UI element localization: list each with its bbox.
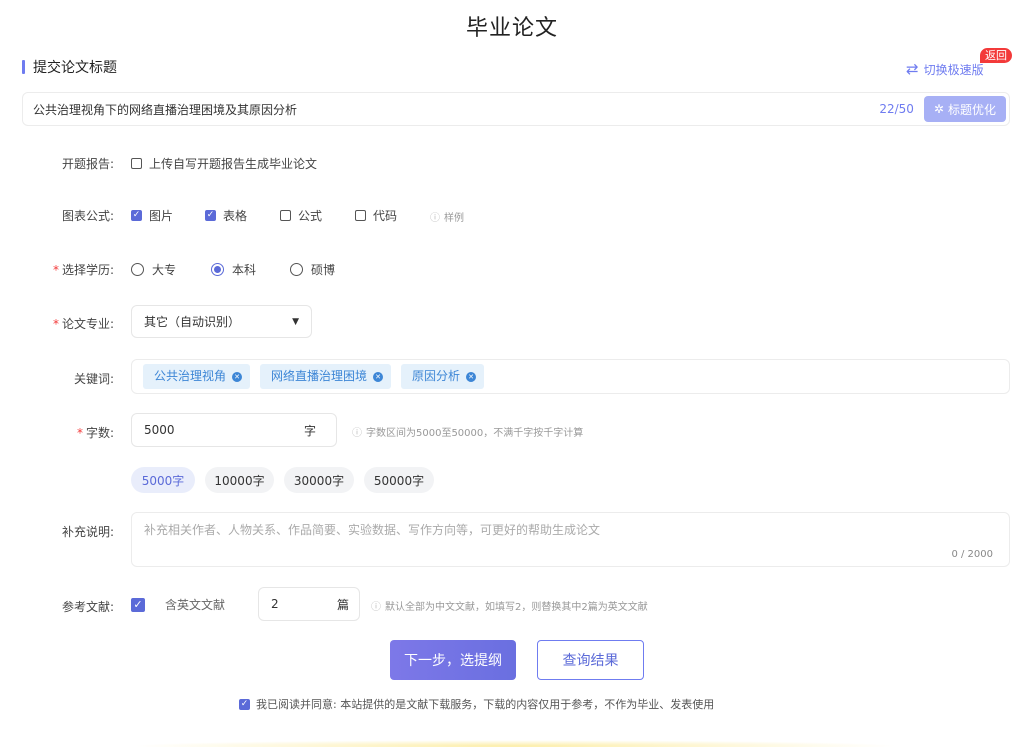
figure-option-label: 表格: [223, 209, 248, 223]
major-label-text: 论文专业:: [61, 317, 114, 331]
required-mark: *: [52, 317, 59, 331]
education-option-master-doctor[interactable]: 硕博: [290, 261, 335, 278]
sample-label: 样例: [444, 213, 464, 224]
education-option-label: 大专: [152, 263, 177, 277]
checkbox-box[interactable]: [280, 210, 291, 221]
section-bar: [22, 60, 25, 74]
major-label: * 论文专业:: [24, 315, 114, 332]
section-title-label: 提交论文标题: [33, 60, 117, 76]
next-step-button[interactable]: 下一步，选提纲: [390, 640, 516, 680]
keyword-tag-label: 公共治理视角: [154, 369, 227, 383]
title-input[interactable]: [33, 102, 880, 116]
caret-down-icon: ▼: [292, 316, 299, 327]
word-count-hint-text: 字数区间为5000至50000，不满千字按千字计算: [366, 428, 584, 439]
figures-label: 图表公式:: [61, 209, 114, 223]
optimize-title-label: 标题优化: [947, 102, 996, 117]
agreement-text: 我已阅读并同意: 本站提供的是文献下载服务，下载的内容仅用于参考，不作为毕业、发…: [256, 698, 715, 711]
optimize-title-button[interactable]: ✲ 标题优化: [923, 96, 1006, 122]
query-results-button[interactable]: 查询结果: [537, 640, 644, 680]
proposal-checkbox[interactable]: 上传自写开题报告生成毕业论文: [131, 155, 317, 172]
sample-link[interactable]: ⓘ 样例: [430, 209, 464, 224]
figure-option-label: 代码: [373, 209, 398, 223]
close-icon[interactable]: ✕: [466, 371, 477, 382]
proposal-label: 开题报告:: [61, 157, 114, 171]
keyword-tag-label: 网络直播治理困境: [271, 369, 368, 383]
word-count-value[interactable]: 5000: [144, 423, 175, 437]
keyword-tag: 网络直播治理困境 ✕: [260, 364, 392, 389]
proposal-checkbox-box[interactable]: [131, 158, 142, 169]
section-title: 提交论文标题: [22, 57, 117, 77]
figure-option-formula[interactable]: 公式: [280, 207, 322, 224]
english-refs-count-input[interactable]: 2 篇: [258, 587, 360, 621]
switch-mode-link[interactable]: ⇄ 切换极速版: [906, 60, 984, 78]
figure-option-code[interactable]: 代码: [355, 207, 397, 224]
education-label: * 选择学历:: [24, 261, 114, 278]
education-option-label: 本科: [232, 263, 257, 277]
bottom-glow: [130, 740, 900, 747]
english-refs-label: 含英文文献: [165, 598, 226, 612]
check-icon[interactable]: ✓: [205, 210, 216, 221]
notes-placeholder: 补充相关作者、人物关系、作品简要、实验数据、写作方向等，可更好的帮助生成论文: [144, 523, 601, 537]
agreement-checkbox[interactable]: ✓ 我已阅读并同意: 本站提供的是文献下载服务，下载的内容仅用于参考，不作为毕业…: [239, 696, 714, 712]
check-icon[interactable]: ✓: [239, 698, 250, 710]
figure-option-label: 图片: [149, 209, 174, 223]
return-badge[interactable]: 返回: [980, 48, 1012, 63]
swap-icon: ⇄: [906, 60, 919, 78]
major-select[interactable]: 其它（自动识别） ▼: [131, 305, 312, 338]
keyword-tag: 公共治理视角 ✕: [143, 364, 251, 389]
education-option-label: 硕博: [311, 263, 336, 277]
info-icon: ⓘ: [371, 602, 381, 613]
figure-option-table[interactable]: ✓ 表格: [205, 207, 247, 224]
keywords-box[interactable]: 公共治理视角 ✕ 网络直播治理困境 ✕ 原因分析 ✕: [131, 359, 1010, 394]
close-icon[interactable]: ✕: [373, 371, 384, 382]
notes-textarea[interactable]: 补充相关作者、人物关系、作品简要、实验数据、写作方向等，可更好的帮助生成论文 0…: [131, 512, 1010, 567]
preset-30000[interactable]: 30000字: [284, 467, 354, 493]
info-icon: ⓘ: [352, 428, 362, 439]
english-refs-count-unit: 篇: [336, 597, 349, 612]
major-select-value: 其它（自动识别）: [144, 315, 241, 329]
english-refs-checkbox[interactable]: ✓ 含英文文献: [131, 596, 225, 613]
references-label: 参考文献:: [61, 600, 114, 614]
checkbox-box[interactable]: [355, 210, 366, 221]
word-count-unit: 字: [303, 423, 316, 438]
education-label-text: 选择学历:: [61, 263, 114, 277]
figure-option-label: 公式: [298, 209, 323, 223]
words-label: * 字数:: [24, 424, 114, 441]
title-field: 22/50 ✲ 标题优化: [22, 92, 1010, 126]
words-label-text: 字数:: [85, 426, 114, 440]
sparkle-icon: ✲: [933, 102, 944, 116]
preset-10000[interactable]: 10000字: [205, 467, 274, 493]
switch-mode-label: 切换极速版: [923, 62, 984, 77]
word-count-hint: ⓘ 字数区间为5000至50000，不满千字按千字计算: [352, 424, 583, 439]
word-count-input[interactable]: 5000 字: [131, 413, 337, 447]
preset-50000[interactable]: 50000字: [364, 467, 434, 493]
keyword-tag-label: 原因分析: [412, 369, 461, 383]
radio-button-selected[interactable]: [211, 263, 224, 276]
close-icon[interactable]: ✕: [232, 371, 243, 382]
keyword-tag: 原因分析 ✕: [401, 364, 485, 389]
check-icon[interactable]: ✓: [131, 210, 142, 221]
radio-button[interactable]: [290, 263, 303, 276]
check-icon[interactable]: ✓: [131, 597, 145, 612]
notes-label: 补充说明:: [61, 525, 114, 539]
preset-5000[interactable]: 5000字: [131, 467, 195, 493]
required-mark: *: [76, 426, 83, 440]
title-count: 22/50: [879, 102, 914, 116]
info-icon: ⓘ: [430, 213, 440, 224]
proposal-checkbox-label: 上传自写开题报告生成毕业论文: [149, 157, 318, 171]
keywords-label: 关键词:: [73, 372, 114, 386]
required-mark: *: [52, 263, 59, 277]
notes-count: 0 / 2000: [951, 549, 993, 560]
references-hint: ⓘ 默认全部为中文文献，如填写2，则替换其中2篇为英文文献: [371, 598, 648, 613]
references-hint-text: 默认全部为中文文献，如填写2，则替换其中2篇为英文文献: [385, 602, 648, 613]
page-title: 毕业论文: [465, 16, 558, 41]
figure-option-image[interactable]: ✓ 图片: [131, 207, 173, 224]
english-refs-count-value[interactable]: 2: [271, 597, 279, 611]
education-option-junior-college[interactable]: 大专: [131, 261, 176, 278]
education-option-bachelor[interactable]: 本科: [211, 261, 256, 278]
radio-button[interactable]: [131, 263, 144, 276]
